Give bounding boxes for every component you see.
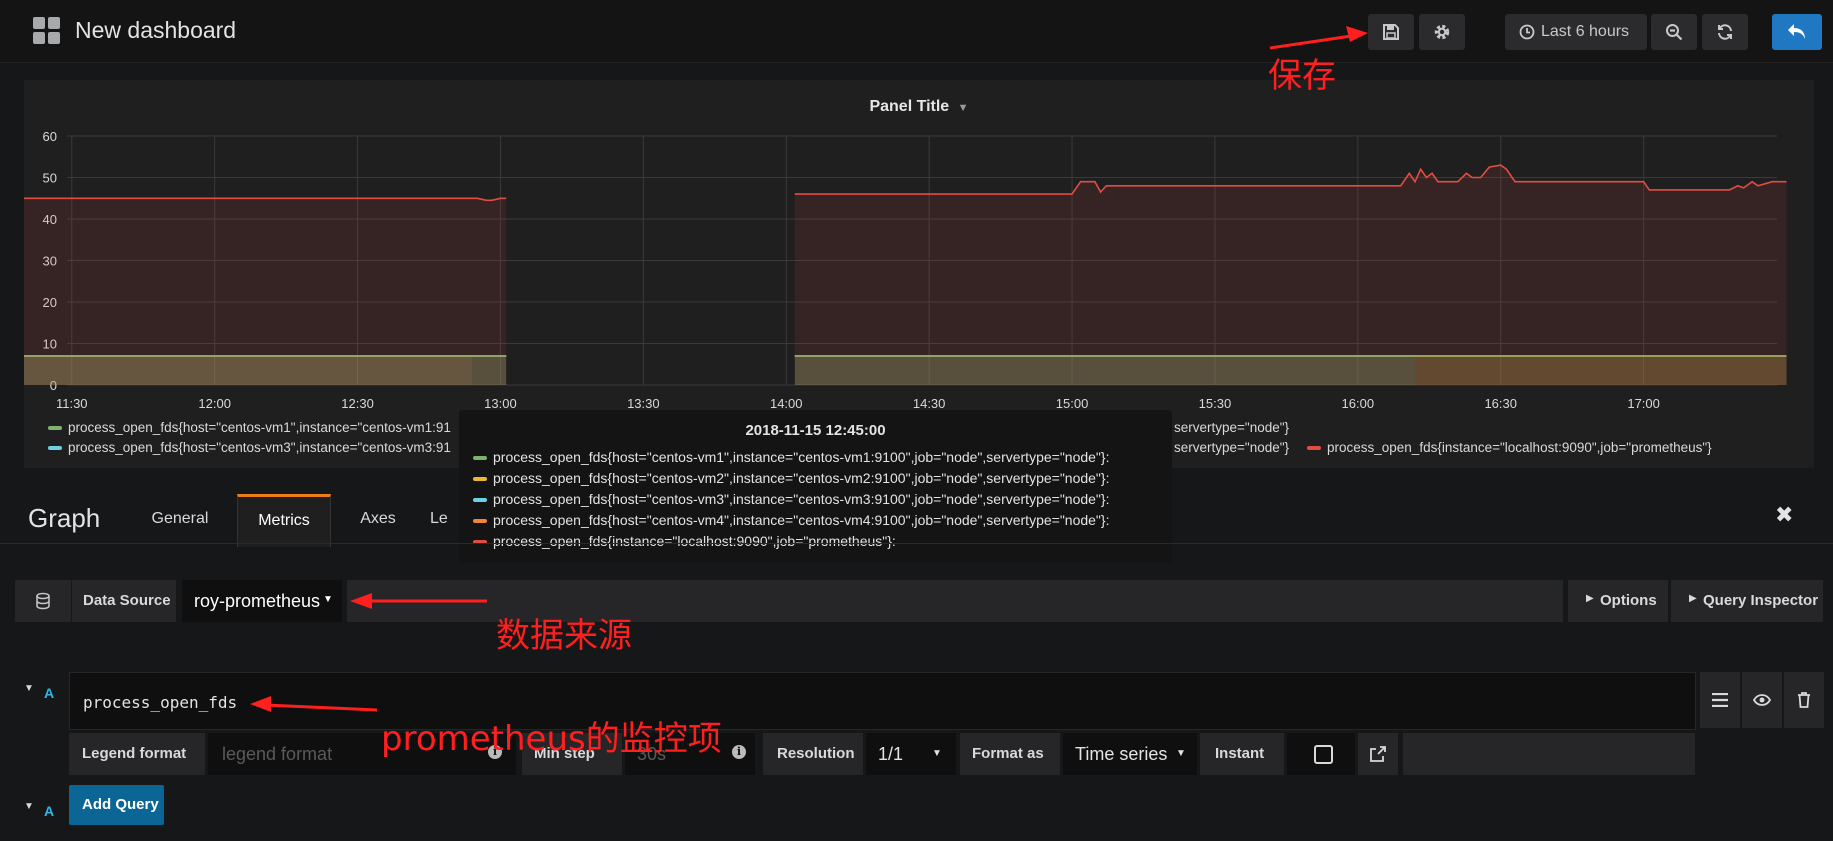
- save-annotation: 保存: [1268, 56, 1336, 96]
- arrow-to-save: [1269, 26, 1368, 50]
- data-source-annotation: 数据来源: [496, 616, 632, 656]
- metric-annotation: prometheus的监控项: [381, 719, 722, 759]
- annotation-arrows: [250, 26, 1368, 712]
- arrow-to-data-source: [350, 593, 487, 609]
- arrow-to-query: [250, 696, 378, 712]
